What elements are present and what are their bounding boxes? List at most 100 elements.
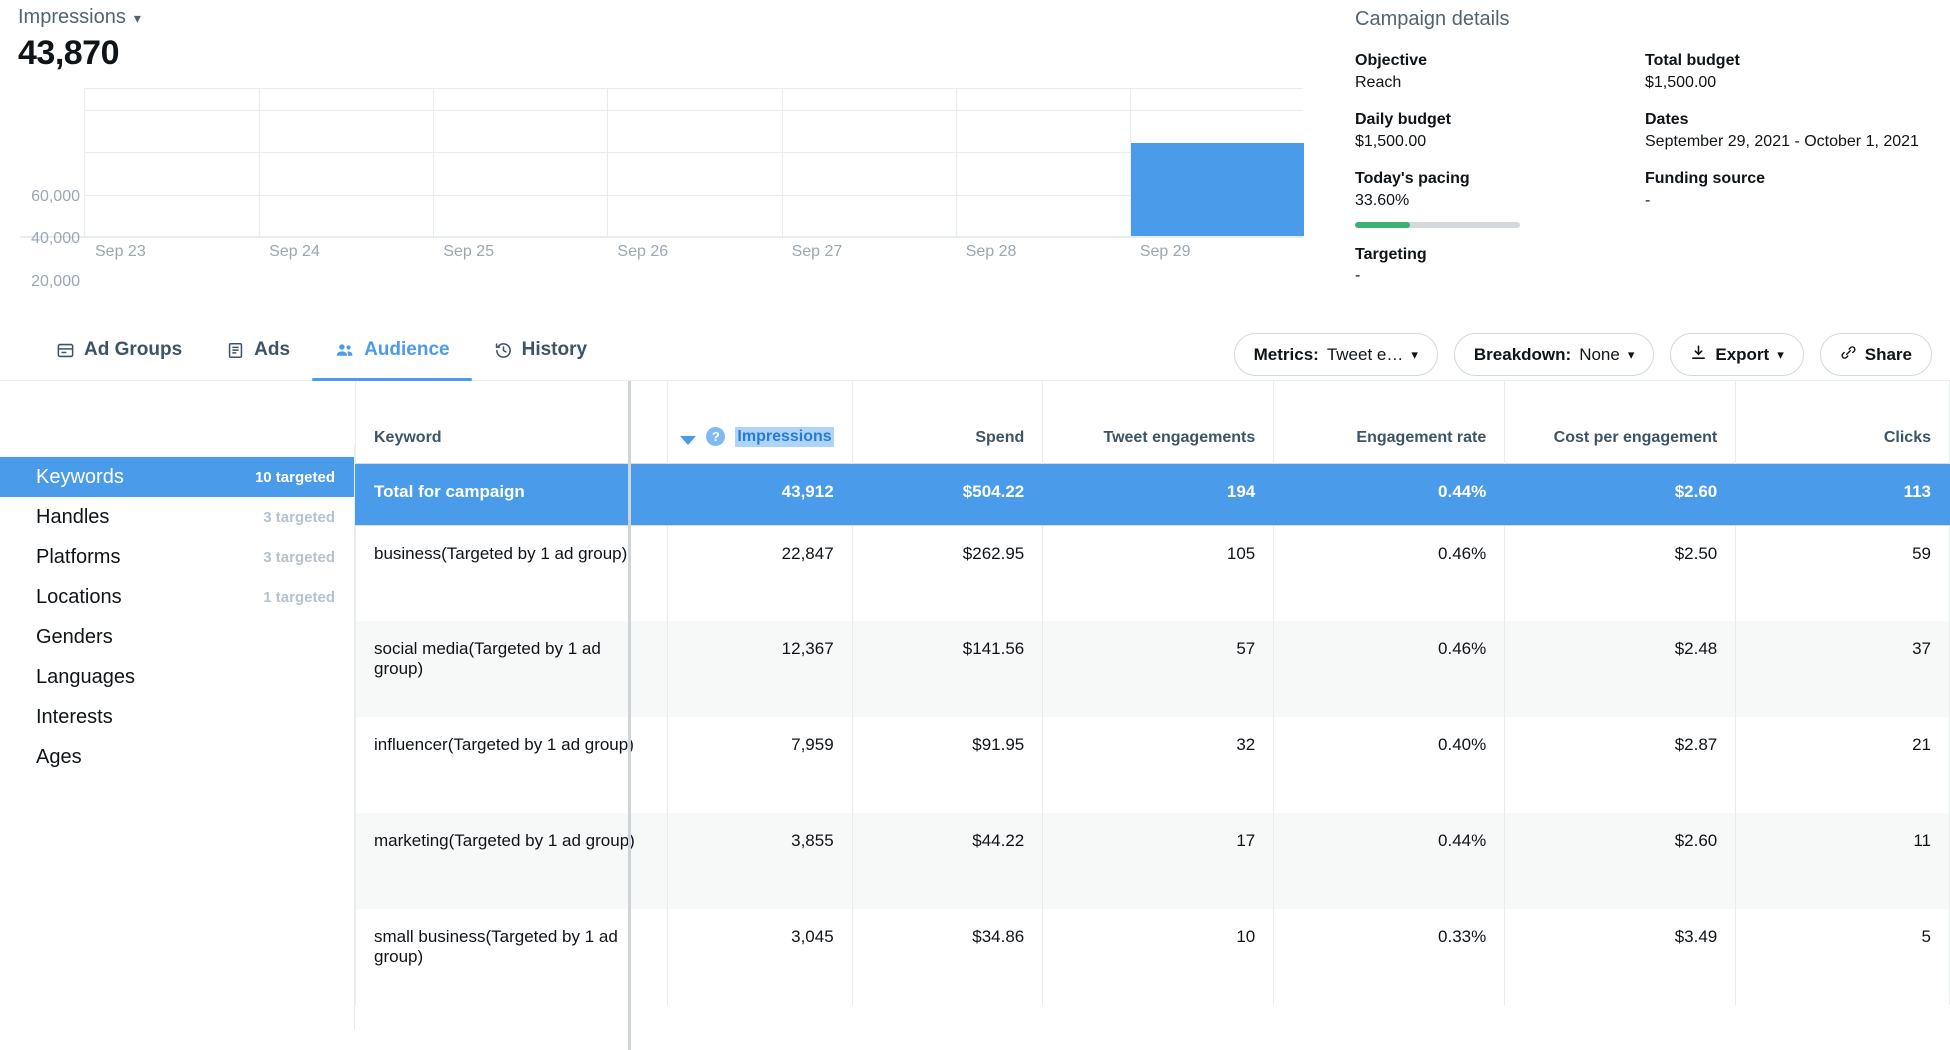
table-cell-impressions: 7,959 (667, 717, 853, 813)
table-cell-spend: $91.95 (852, 717, 1044, 813)
share-label: Share (1864, 344, 1912, 364)
table-cell-keyword: marketing(Targeted by 1 ad group) (355, 813, 668, 909)
table-cell-cost_per_engagement: $2.87 (1504, 717, 1737, 813)
facet-item-keywords[interactable]: Keywords 10 targeted (0, 457, 355, 497)
tab-audience[interactable]: Audience (312, 320, 472, 381)
metrics-dropdown-button[interactable]: Metrics: Tweet e… ▾ (1233, 333, 1438, 376)
sort-descending-icon[interactable] (679, 435, 696, 445)
help-icon[interactable]: ? (706, 427, 726, 446)
chart-baseline (20, 236, 1303, 238)
table-cell-cost_per_engagement: $2.50 (1504, 525, 1737, 621)
campaign-details-right-column: Total budget $1,500.00 Dates September 29, … (1645, 50, 1935, 303)
table-total-row[interactable]: Total for campaign 43,912 $504.22 194 0.44% $… (355, 462, 1950, 526)
table-row[interactable]: influencer(Targeted by 1 ad group) 7,959 $… (355, 717, 1950, 813)
metric-selector-dropdown[interactable]: Impressions ▾ (18, 6, 141, 29)
table-row[interactable]: social media(Targeted by 1 ad group) 12,3… (355, 621, 1950, 717)
tab-label: Audience (364, 339, 450, 360)
facet-count: 3 targeted (263, 508, 335, 526)
chart-gridline (607, 89, 609, 236)
campaign-detail-value: Reach (1355, 73, 1402, 91)
facet-sidebar: Keywords 10 targeted Handles 3 targeted Plat… (0, 381, 355, 1050)
metric-total-value: 43,870 (18, 34, 119, 72)
campaign-detail-item: Today's pacing 33.60% (1355, 168, 1645, 228)
campaign-detail-item: Targeting - (1355, 244, 1645, 287)
chart-bar[interactable] (1130, 143, 1304, 236)
facet-label: Locations (36, 585, 122, 608)
pacing-progress-fill (1355, 221, 1411, 228)
chart-y-tick-label: 60,000 (31, 188, 80, 206)
table-cell-cost_per_engagement: $2.48 (1504, 621, 1737, 717)
breakdown-value-label: None (1579, 344, 1620, 364)
chart-x-tick-label: Sep 25 (443, 243, 494, 260)
table-header-label: Engagement rate (1356, 428, 1487, 446)
keywords-table-container: Keyword? Impressions Spend Tweet engagement… (355, 381, 1950, 1050)
breakdown-dropdown-button[interactable]: Breakdown: None ▾ (1453, 333, 1655, 376)
breakdown-prefix-label: Breakdown: (1473, 344, 1572, 364)
table-header-label: Spend (975, 428, 1025, 446)
table-cell-impressions: 3,045 (667, 909, 853, 1005)
table-header-engagement_rate[interactable]: Engagement rate (1273, 381, 1506, 463)
table-header-tweet_engagements[interactable]: Tweet engagements (1042, 381, 1275, 463)
table-cell-tweet_engagements: 105 (1042, 525, 1275, 621)
column-resize-handle[interactable] (628, 381, 631, 1050)
table-cell-engagement_rate: 0.46% (1273, 621, 1506, 717)
table-cell-clicks: 59 (1735, 525, 1950, 621)
table-header-keyword[interactable]: Keyword (355, 381, 668, 463)
chart-gridline (433, 89, 435, 236)
export-button[interactable]: Export ▾ (1670, 333, 1804, 376)
chart-gridline (259, 89, 261, 236)
table-cell-spend: $262.95 (852, 525, 1044, 621)
table-cell-spend: $504.22 (852, 462, 1044, 526)
campaign-detail-label: Today's pacing (1355, 170, 1470, 188)
facet-item-handles[interactable]: Handles 3 targeted (0, 497, 355, 537)
facet-item-interests[interactable]: Interests (0, 697, 355, 737)
table-cell-cost_per_engagement: $2.60 (1504, 462, 1737, 526)
tab-label: Ads (254, 339, 291, 360)
table-cell-tweet_engagements: 194 (1042, 462, 1275, 526)
table-cell-engagement_rate: 0.44% (1273, 813, 1506, 909)
chart-gridline (955, 89, 957, 236)
overview-section: Impressions ▾ 43,870 60,000 40,000 20,000 S… (0, 0, 1950, 290)
table-header-clicks[interactable]: Clicks (1735, 381, 1950, 463)
chart-plot-area (84, 88, 1304, 236)
table-row[interactable]: small business(Targeted by 1 ad group) 3,… (355, 909, 1950, 1005)
campaign-detail-item: Objective Reach (1355, 50, 1645, 93)
pacing-progress-track (1355, 221, 1520, 228)
facet-item-genders[interactable]: Genders (0, 617, 355, 657)
campaign-details-left-column: Objective Reach Daily budget $1,500.00 Today… (1355, 50, 1645, 303)
facet-item-ages[interactable]: Ages (0, 737, 355, 777)
table-cell-impressions: 3,855 (667, 813, 853, 909)
campaign-detail-label: Total budget (1645, 52, 1740, 69)
table-header-impressions[interactable]: ? Impressions (667, 381, 853, 463)
tab-ad-groups[interactable]: Ad Groups (34, 320, 204, 381)
link-icon (1840, 344, 1857, 366)
facet-item-platforms[interactable]: Platforms 3 targeted (0, 537, 355, 577)
table-cell-keyword: Total for campaign (355, 462, 668, 526)
table-header-label: Impressions (735, 426, 834, 447)
campaign-detail-value: 33.60% (1355, 191, 1410, 209)
facet-item-languages[interactable]: Languages (0, 657, 355, 697)
facet-item-locations[interactable]: Locations 1 targeted (0, 577, 355, 617)
tab-ads[interactable]: Ads (204, 320, 312, 381)
tab-history[interactable]: History (472, 320, 609, 381)
facet-label: Keywords (36, 465, 124, 488)
tab-label: History (521, 339, 588, 360)
facet-label: Handles (36, 505, 110, 528)
table-cell-tweet_engagements: 32 (1042, 717, 1275, 813)
table-header-label: Tweet engagements (1103, 428, 1256, 446)
chart-x-tick-label: Sep 24 (269, 243, 320, 260)
table-cell-tweet_engagements: 17 (1042, 813, 1275, 909)
table-cell-clicks: 11 (1735, 813, 1950, 909)
table-row[interactable]: business(Targeted by 1 ad group) 22,847 $2… (355, 525, 1950, 621)
table-header-cost_per_engagement[interactable]: Cost per engagement (1504, 381, 1737, 463)
facet-label: Platforms (36, 545, 121, 568)
campaign-detail-value: $1,500.00 (1355, 132, 1427, 150)
chart-y-tick-label: 40,000 (31, 230, 80, 248)
table-cell-tweet_engagements: 57 (1042, 621, 1275, 717)
metric-name-label: Impressions (18, 6, 126, 28)
share-button[interactable]: Share (1819, 333, 1932, 376)
table-cell-engagement_rate: 0.46% (1273, 525, 1506, 621)
table-header-spend[interactable]: Spend (852, 381, 1044, 463)
campaign-details-panel: Campaign details Objective Reach Daily bud… (1355, 8, 1935, 303)
table-row[interactable]: marketing(Targeted by 1 ad group) 3,855 $4… (355, 813, 1950, 909)
